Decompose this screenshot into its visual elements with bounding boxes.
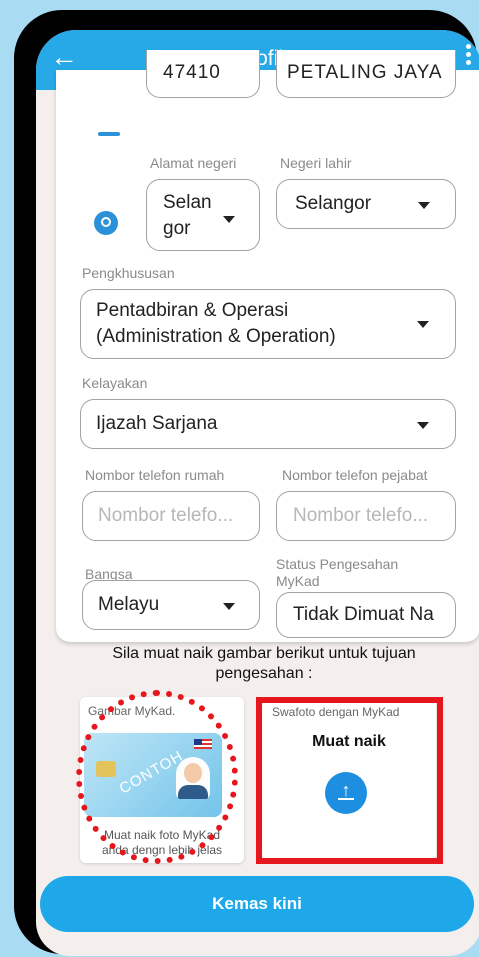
chevron-down-icon [223, 603, 235, 610]
postcode-icon [98, 132, 120, 136]
tel-pejabat-input[interactable]: Nombor telefo... [276, 491, 456, 541]
upload-notice: Sila muat naik gambar berikut untuk tuju… [112, 645, 416, 682]
chevron-down-icon [417, 321, 429, 328]
tel-pejabat-label: Nombor telefon pejabat [282, 467, 428, 483]
location-icon [94, 211, 118, 235]
tel-rumah-input[interactable]: Nombor telefo... [82, 491, 260, 541]
negeri-lahir-select[interactable]: Selangor [276, 179, 456, 229]
city-field[interactable]: PETALING JAYA [276, 50, 456, 98]
status-mykad-field[interactable]: Tidak Dimuat Na [276, 592, 456, 638]
chevron-down-icon [418, 202, 430, 209]
kelayakan-label: Kelayakan [82, 375, 148, 391]
alamat-negeri-select[interactable]: Selan gor [146, 179, 260, 251]
tel-rumah-label: Nombor telefon rumah [85, 467, 225, 483]
postcode-field[interactable]: 47410 [146, 50, 260, 98]
update-button[interactable]: Kemas kini [40, 876, 474, 932]
profile-form-card: 47410 PETALING JAYA Alamat negeri Negeri… [56, 50, 479, 642]
chevron-down-icon [417, 422, 429, 429]
bangsa-select[interactable]: Melayu [82, 580, 260, 630]
more-options-icon[interactable] [464, 44, 472, 68]
alamat-negeri-label: Alamat negeri [150, 155, 237, 171]
highlight-box [256, 697, 443, 864]
chevron-down-icon [223, 216, 235, 223]
negeri-lahir-label: Negeri lahir [280, 155, 352, 171]
status-label: Status Pengesahan MyKad [276, 556, 399, 589]
pengkhususan-select[interactable]: Pentadbiran & Operasi (Administration & … [80, 289, 456, 359]
kelayakan-select[interactable]: Ijazah Sarjana [80, 399, 456, 449]
highlight-circle [76, 690, 238, 864]
pengkhususan-label: Pengkhususan [82, 265, 175, 281]
